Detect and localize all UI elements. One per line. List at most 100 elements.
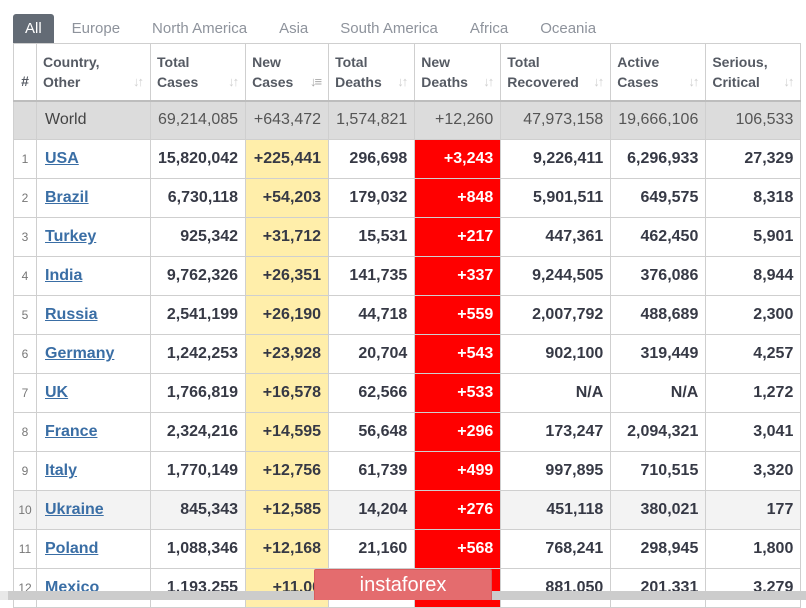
- new-deaths-cell: +12,260: [414, 100, 502, 140]
- active-cases-cell: 376,086: [610, 256, 707, 296]
- new-deaths-cell: +533: [414, 373, 502, 413]
- country-row: 4 India 9,762,326 +26,351 141,735 +337 9,244,5…: [13, 256, 802, 296]
- header-label-line1: Total: [335, 53, 368, 70]
- column-header-active-cases[interactable]: Active Cases ↓↑: [610, 43, 707, 102]
- sort-icon[interactable]: ↓↑: [783, 72, 794, 92]
- total-recovered-cell: 997,895: [500, 451, 612, 491]
- active-cases-cell: 298,945: [610, 529, 707, 569]
- active-cases-cell: N/A: [610, 373, 707, 413]
- total-deaths-cell: 179,032: [328, 178, 416, 218]
- country-link[interactable]: UK: [45, 384, 68, 401]
- scrollbar-edge: [0, 591, 8, 600]
- column-header-total-recovered[interactable]: Total Recovered ↓↑: [500, 43, 612, 102]
- header-label-line1: Active: [617, 53, 660, 70]
- column-header-serious-critical[interactable]: Serious, Critical ↓↑: [705, 43, 802, 102]
- total-deaths-cell: 20,704: [328, 334, 416, 374]
- country-link[interactable]: Poland: [45, 540, 98, 557]
- new-deaths-cell: +337: [414, 256, 502, 296]
- country-cell: Italy: [36, 451, 151, 491]
- total-recovered-cell: 768,241: [500, 529, 612, 569]
- country-row: 2 Brazil 6,730,118 +54,203 179,032 +848 5,901,…: [13, 178, 802, 218]
- tab-north-america[interactable]: North America: [136, 14, 263, 44]
- column-header-country[interactable]: Country, Other ↓↑: [36, 43, 151, 102]
- new-cases-cell: +26,351: [245, 256, 330, 296]
- new-cases-cell: +12,756: [245, 451, 330, 491]
- active-cases-cell: 201,331: [610, 568, 707, 608]
- total-cases-cell: 1,766,819: [149, 373, 247, 413]
- rank-cell: 8: [13, 412, 37, 452]
- tab-south-america[interactable]: South America: [324, 14, 454, 44]
- new-deaths-cell: +543: [414, 334, 502, 374]
- total-cases-cell: 1,088,346: [149, 529, 247, 569]
- total-deaths-cell: 1,574,821: [328, 100, 416, 140]
- total-recovered-cell: 2,007,792: [500, 295, 612, 335]
- column-header-total-cases[interactable]: Total Cases ↓↑: [149, 43, 247, 102]
- country-link[interactable]: Germany: [45, 345, 114, 362]
- country-link[interactable]: Turkey: [45, 228, 96, 245]
- serious-critical-cell: 4,257: [705, 334, 802, 374]
- active-cases-cell: 488,689: [610, 295, 707, 335]
- country-link[interactable]: Ukraine: [45, 501, 104, 518]
- serious-critical-cell: 1,800: [705, 529, 802, 569]
- new-deaths-cell: +217: [414, 217, 502, 257]
- tab-europe[interactable]: Europe: [54, 14, 136, 44]
- country-link[interactable]: Brazil: [45, 189, 89, 206]
- sort-icon[interactable]: ↓↑: [688, 72, 699, 92]
- country-link[interactable]: Italy: [45, 462, 77, 479]
- header-label-line1: Total: [507, 53, 540, 70]
- column-header-new-deaths[interactable]: New Deaths ↓↑: [414, 43, 502, 102]
- serious-critical-cell: 8,318: [705, 178, 802, 218]
- country-link[interactable]: Russia: [45, 306, 97, 323]
- country-row: 7 UK 1,766,819 +16,578 62,566 +533 N/A N/A 1,272: [13, 373, 802, 413]
- active-cases-cell: 19,666,106: [610, 100, 707, 140]
- country-row: 9 Italy 1,770,149 +12,756 61,739 +499 997,895 7…: [13, 451, 802, 491]
- sort-icon[interactable]: ↓↑: [483, 72, 494, 92]
- new-deaths-cell: +559: [414, 295, 502, 335]
- total-deaths-cell: 141,735: [328, 256, 416, 296]
- tab-all[interactable]: All: [13, 14, 54, 44]
- total-deaths-cell: 44,718: [328, 295, 416, 335]
- header-label-line2: Critical: [712, 73, 760, 90]
- instaforex-watermark: instaforex: [314, 569, 492, 600]
- header-label-line1: Serious,: [712, 53, 768, 70]
- country-link[interactable]: USA: [45, 150, 79, 167]
- country-cell: World: [36, 100, 151, 140]
- new-deaths-cell: +296: [414, 412, 502, 452]
- sort-desc-active-icon[interactable]: ↓≡: [310, 72, 322, 92]
- total-cases-cell: 925,342: [149, 217, 247, 257]
- serious-critical-cell: 1,272: [705, 373, 802, 413]
- total-cases-cell: 15,820,042: [149, 139, 247, 179]
- rank-cell: 2: [13, 178, 37, 218]
- country-cell: USA: [36, 139, 151, 179]
- total-deaths-cell: 61,739: [328, 451, 416, 491]
- new-cases-cell: +26,190: [245, 295, 330, 335]
- new-cases-cell: +12,168: [245, 529, 330, 569]
- tab-oceania[interactable]: Oceania: [524, 14, 612, 44]
- column-header-new-cases[interactable]: New Cases ↓≡: [245, 43, 330, 102]
- total-recovered-cell: 5,901,511: [500, 178, 612, 218]
- total-cases-cell: 1,770,149: [149, 451, 247, 491]
- country-cell: Ukraine: [36, 490, 151, 530]
- total-cases-cell: 9,762,326: [149, 256, 247, 296]
- sort-icon[interactable]: ↓↑: [397, 72, 408, 92]
- column-header-rank: #: [13, 43, 37, 102]
- column-header-total-deaths[interactable]: Total Deaths ↓↑: [328, 43, 416, 102]
- header-label-line1: Country,: [43, 53, 100, 70]
- total-deaths-cell: 56,648: [328, 412, 416, 452]
- country-link[interactable]: France: [45, 423, 97, 440]
- sort-icon[interactable]: ↓↑: [228, 72, 239, 92]
- total-cases-cell: 2,541,199: [149, 295, 247, 335]
- rank-cell: 7: [13, 373, 37, 413]
- total-recovered-cell: 47,973,158: [500, 100, 612, 140]
- new-cases-cell: +225,441: [245, 139, 330, 179]
- country-cell: Germany: [36, 334, 151, 374]
- new-cases-cell: +14,595: [245, 412, 330, 452]
- tab-asia[interactable]: Asia: [263, 14, 324, 44]
- sort-icon[interactable]: ↓↑: [133, 72, 144, 92]
- tab-africa[interactable]: Africa: [454, 14, 524, 44]
- country-row: 5 Russia 2,541,199 +26,190 44,718 +559 2,007,7…: [13, 295, 802, 335]
- country-link[interactable]: India: [45, 267, 82, 284]
- new-cases-cell: +12,585: [245, 490, 330, 530]
- rank-cell: 6: [13, 334, 37, 374]
- sort-icon[interactable]: ↓↑: [593, 72, 604, 92]
